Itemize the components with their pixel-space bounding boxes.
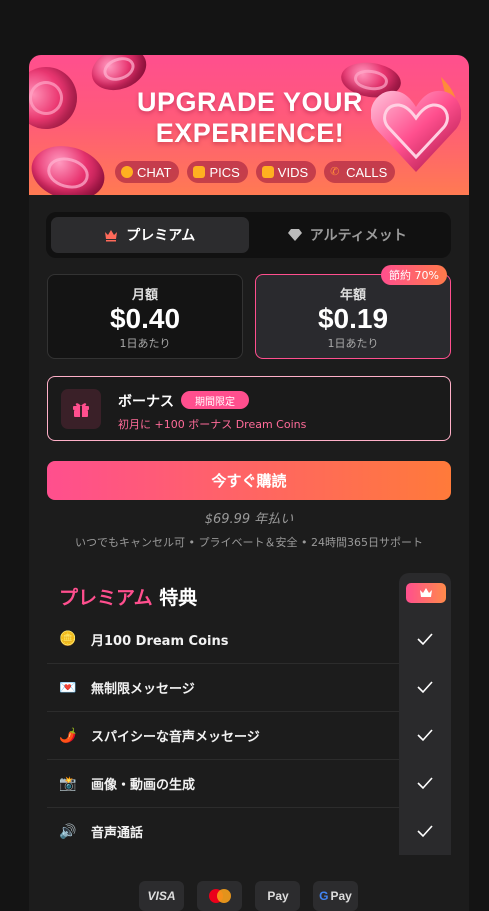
diamond-icon [287,229,302,241]
feature-row: 🌶️ スパイシーな音声メッセージ [47,711,399,759]
plan-tier-tabs: プレミアム アルティメット [46,212,451,258]
annual-total: $69.99 年払い [204,512,294,527]
visa-icon: VISA [139,881,184,911]
apple-pay-icon: Pay [255,881,300,911]
video-icon [261,166,274,178]
coin-icon: 🪙 [59,631,77,647]
upgrade-card: UPGRADE YOUR EXPERIENCE! CHAT PICS VIDS … [29,55,469,911]
payment-methods: VISA Pay G Pay [139,881,358,911]
assurance-notes: いつでもキャンセル可 • プライベート＆安全 • 24時間365日サポート [75,536,423,549]
chili-pepper-icon: 🌶️ [59,727,77,744]
plan-monthly[interactable]: 月額 $0.40 1日あたり [47,274,243,359]
feature-label: 音声通話 [91,826,144,841]
plan-monthly-price: $0.40 [109,303,181,334]
plan-yearly-per: 1日あたり [327,337,379,350]
crown-icon [105,230,118,242]
plan-yearly-label: 年額 [339,288,366,303]
bonus-subtitle: 初月に +100 ボーナス Dream Coins [118,418,307,431]
crown-icon [406,583,446,603]
premium-column [399,573,451,855]
chat-bubble-icon [121,166,133,178]
plan-monthly-label: 月額 [131,288,158,303]
speaker-icon: 🔊 [59,823,77,840]
feature-row: 📸 画像・動画の生成 [47,759,399,807]
gift-icon [61,389,101,429]
tab-premium[interactable]: プレミアム [51,217,249,253]
tab-ultimate[interactable]: アルティメット [249,217,447,253]
check-icon [417,777,433,790]
features-title: プレミアム 特典 [59,587,198,609]
feature-label: 画像・動画の生成 [91,778,196,793]
picture-icon [193,166,206,178]
feature-label: スパイシーな音声メッセージ [91,730,260,745]
feature-row: 💌 無制限メッセージ [47,663,399,711]
bonus-banner: ボーナス 期間限定 初月に +100 ボーナス Dream Coins [47,376,451,441]
phone-icon: ✆ [330,166,340,178]
feature-label: 月100 Dream Coins [91,633,229,649]
chip-vids: VIDS [255,161,317,183]
feature-label: 無制限メッセージ [91,682,195,697]
google-pay-icon: G Pay [313,881,358,911]
chip-calls: ✆ CALLS [324,161,396,183]
plan-yearly[interactable]: 節約 70% 年額 $0.19 1日あたり [255,265,451,359]
promo-banner: UPGRADE YOUR EXPERIENCE! CHAT PICS VIDS … [29,55,469,195]
subscribe-now-button[interactable]: 今すぐ購読 [47,461,451,500]
limited-time-badge: 期間限定 [181,391,249,409]
mastercard-icon [197,881,242,911]
banner-title: UPGRADE YOUR EXPERIENCE! [136,87,364,148]
love-letter-icon: 💌 [59,679,77,696]
check-icon [417,825,433,838]
plan-monthly-per: 1日あたり [119,337,171,350]
feature-chips: CHAT PICS VIDS ✆ CALLS [115,161,396,183]
camera-icon: 📸 [59,775,77,792]
check-icon [417,729,433,742]
check-icon [417,633,433,646]
feature-row: 🪙 月100 Dream Coins [47,615,399,663]
savings-badge: 節約 70% [381,265,447,285]
chip-chat: CHAT [115,161,180,183]
bonus-title: ボーナス [118,394,174,410]
chip-pics: PICS [187,161,248,183]
check-icon [417,681,433,694]
feature-row: 🔊 音声通話 [47,807,399,855]
plan-yearly-price: $0.19 [317,303,389,334]
